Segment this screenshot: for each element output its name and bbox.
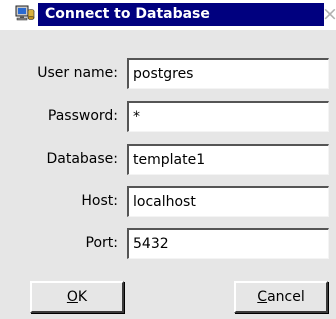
password-label: Password: — [47, 108, 118, 124]
user-name-input[interactable]: postgres — [127, 58, 329, 89]
cancel-label-rest: ancel — [267, 289, 305, 305]
database-label: Database: — [46, 151, 118, 167]
window-title: Connect to Database — [45, 6, 210, 22]
port-value: 5432 — [133, 236, 169, 252]
cancel-button[interactable]: Cancel — [234, 281, 328, 313]
port-label: Port: — [85, 235, 118, 251]
ok-button[interactable]: OK — [30, 281, 124, 313]
ok-label-rest: K — [77, 289, 88, 305]
cancel-button-label: Cancel — [236, 283, 326, 311]
password-value: * — [133, 109, 140, 125]
database-value: template1 — [133, 152, 206, 168]
connect-to-database-dialog: Connect to Database × User name: postgre… — [0, 0, 336, 319]
ok-button-label: OK — [32, 283, 122, 311]
close-icon[interactable]: × — [322, 1, 336, 27]
port-input[interactable]: 5432 — [127, 228, 329, 259]
database-connection-icon — [15, 5, 35, 23]
user-name-label: User name: — [37, 65, 118, 81]
host-value: localhost — [133, 194, 196, 210]
ok-mnemonic: O — [66, 289, 78, 305]
user-name-value: postgres — [133, 66, 194, 82]
password-input[interactable]: * — [127, 101, 329, 132]
titlebar[interactable]: Connect to Database × — [0, 0, 336, 30]
host-label: Host: — [81, 193, 118, 209]
database-input[interactable]: template1 — [127, 144, 329, 175]
host-input[interactable]: localhost — [127, 186, 329, 217]
cancel-mnemonic: C — [257, 289, 268, 305]
